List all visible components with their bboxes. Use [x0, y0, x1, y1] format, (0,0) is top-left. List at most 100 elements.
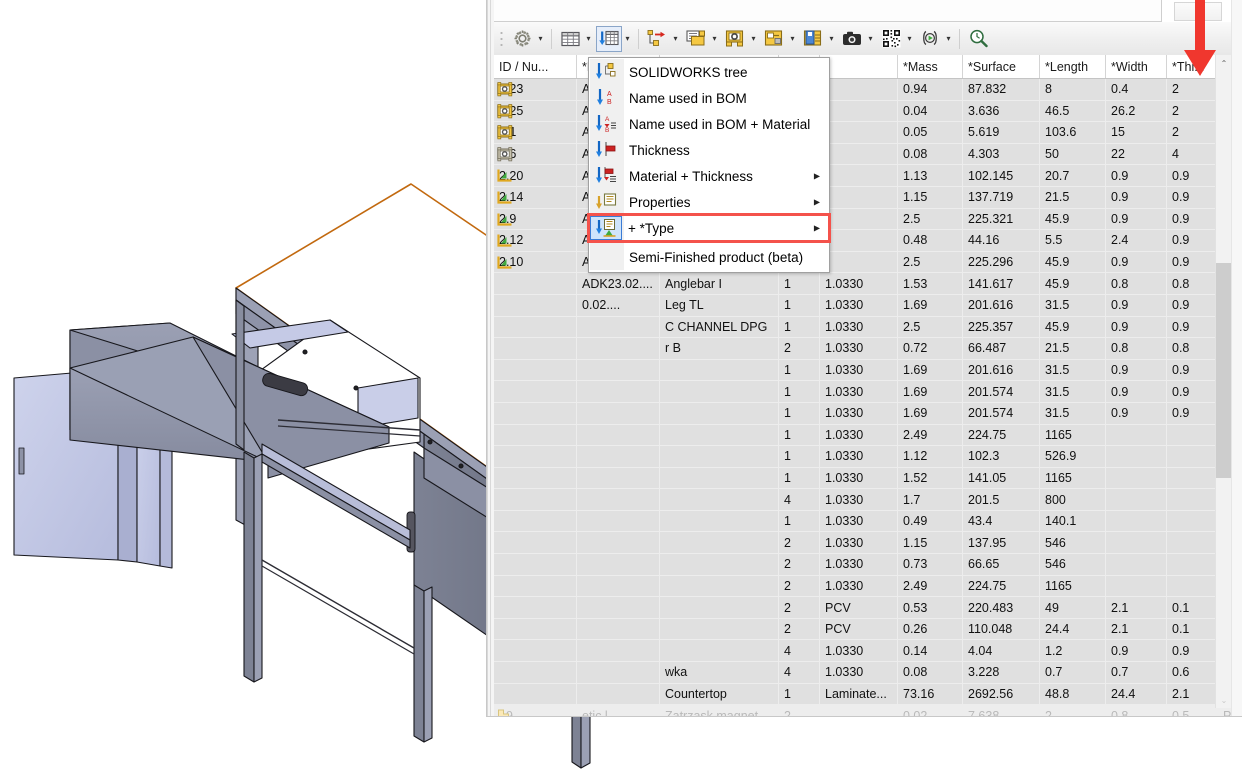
cell-length[interactable]: 45.9 [1039, 316, 1106, 339]
qr-code-button[interactable]: ▾ [877, 26, 916, 52]
cell-name1[interactable]: etic l... [576, 704, 660, 716]
table-row[interactable]: wka41.03300.083.2280.70.70.6PART [494, 661, 1242, 684]
cell-thickness[interactable] [1166, 424, 1218, 447]
cell-length[interactable]: 31.5 [1039, 359, 1106, 382]
cell-surface[interactable]: 137.95 [962, 531, 1040, 555]
cell-qty[interactable]: 1 [778, 683, 820, 706]
cell-id[interactable] [494, 380, 577, 403]
cell-qty[interactable]: 4 [778, 661, 820, 684]
cell-name1[interactable]: ADK23.02.... [576, 272, 660, 295]
cell-name2[interactable] [659, 488, 779, 511]
save-report-button[interactable]: ▾ [799, 26, 838, 52]
cell-thickness[interactable] [1166, 445, 1218, 468]
cell-name1[interactable] [576, 380, 660, 403]
scroll-up-arrow-icon[interactable]: ⌃ [1216, 55, 1232, 71]
cell-qty[interactable]: 4 [778, 639, 820, 663]
cell-width[interactable]: 24.4 [1105, 683, 1167, 706]
cell-material[interactable] [819, 78, 898, 101]
cell-material[interactable]: 1.0330 [819, 467, 898, 490]
cell-qty[interactable]: 2 [778, 575, 820, 598]
cell-width[interactable]: 22 [1105, 143, 1167, 166]
cell-id[interactable]: 2.9 [494, 208, 577, 231]
cell-thickness[interactable]: 0.1 [1166, 618, 1218, 641]
cell-qty[interactable]: 2 [778, 531, 820, 555]
menu-item-material-thickness[interactable]: Material + Thickness ▶ [589, 163, 829, 189]
table-row[interactable]: 21.03300.7366.65546PROFILE [494, 553, 1242, 576]
cell-material[interactable]: 1.0330 [819, 639, 898, 663]
cell-surface[interactable]: 44.16 [962, 229, 1040, 252]
menu-item-thickness[interactable]: Thickness [589, 137, 829, 163]
cell-name1[interactable] [576, 575, 660, 598]
table-row[interactable]: 21.03302.49224.751165PROFILE [494, 575, 1242, 598]
cell-id[interactable] [494, 402, 577, 425]
cell-thickness[interactable]: 0.9 [1166, 359, 1218, 382]
cell-length[interactable]: 800 [1039, 488, 1106, 511]
cell-surface[interactable]: 87.832 [962, 78, 1040, 101]
cell-thickness[interactable] [1166, 510, 1218, 533]
toolbar-drag-grip[interactable] [500, 30, 504, 47]
table-row[interactable]: 41.03301.7201.5800PROFILE [494, 488, 1242, 511]
cell-thickness[interactable]: 0.1 [1166, 596, 1218, 619]
cell-surface[interactable]: 141.617 [962, 272, 1040, 295]
cell-thickness[interactable]: 0.9 [1166, 294, 1218, 317]
cell-thickness[interactable]: 0.9 [1166, 316, 1218, 339]
cell-material[interactable] [819, 143, 898, 166]
cell-surface[interactable]: 7.638 [962, 704, 1040, 716]
cell-id[interactable]: 2.25 [494, 100, 577, 123]
bom-properties-button[interactable]: ▾ [682, 26, 721, 52]
layout-button[interactable]: ▾ [760, 26, 799, 52]
collapse-panel-button[interactable]: ‹ [1174, 2, 1222, 21]
cell-surface[interactable]: 201.5 [962, 488, 1040, 511]
cell-id[interactable] [494, 272, 577, 295]
cell-surface[interactable]: 5.619 [962, 121, 1040, 144]
cell-width[interactable]: 0.9 [1105, 186, 1167, 209]
cell-mass[interactable]: 1.53 [897, 272, 963, 295]
column-header-thickness[interactable]: *Thi... [1166, 55, 1218, 79]
cell-surface[interactable]: 102.145 [962, 164, 1040, 187]
cell-material[interactable] [819, 229, 898, 252]
cell-name1[interactable]: 0.02.... [576, 294, 660, 317]
cell-length[interactable]: 546 [1039, 553, 1106, 576]
cell-id[interactable]: 2.10 [494, 251, 577, 274]
cell-material[interactable]: 1.0330 [819, 488, 898, 511]
chevron-down-icon[interactable]: ▾ [535, 26, 546, 52]
cell-qty[interactable]: 1 [778, 402, 820, 425]
cell-name1[interactable] [576, 488, 660, 511]
column-header-mass[interactable]: *Mass [897, 55, 963, 79]
cell-length[interactable]: 5.5 [1039, 229, 1106, 252]
camera-snapshot-button[interactable]: ▾ [838, 26, 877, 52]
cell-qty[interactable]: 1 [778, 359, 820, 382]
cell-length[interactable]: 45.9 [1039, 208, 1106, 231]
menu-item-semi-finished-product[interactable]: Semi-Finished product (beta) [589, 244, 829, 270]
cell-name2[interactable] [659, 553, 779, 576]
cell-material[interactable]: 1.0330 [819, 337, 898, 360]
cell-thickness[interactable]: 2 [1166, 78, 1218, 101]
cell-material[interactable]: 1.0330 [819, 272, 898, 295]
cell-width[interactable] [1105, 467, 1167, 490]
table-vertical-scrollbar[interactable]: ⌃ ⌄ [1215, 55, 1232, 708]
cell-id[interactable] [494, 316, 577, 339]
cell-name2[interactable] [659, 380, 779, 403]
cell-thickness[interactable]: 0.8 [1166, 272, 1218, 295]
cell-qty[interactable]: 1 [778, 380, 820, 403]
menu-item-name-used-in-bom-material[interactable]: A B Name used in BOM + Material [589, 111, 829, 137]
cell-mass[interactable]: 1.69 [897, 380, 963, 403]
chevron-down-icon[interactable]: ▾ [622, 26, 633, 52]
cell-surface[interactable]: 66.487 [962, 337, 1040, 360]
table-row[interactable]: 21.03301.15137.95546PROFILE [494, 531, 1242, 555]
cell-surface[interactable]: 225.296 [962, 251, 1040, 274]
cell-surface[interactable]: 201.574 [962, 402, 1040, 425]
cell-thickness[interactable]: 4 [1166, 143, 1218, 166]
cell-name2[interactable] [659, 467, 779, 490]
cell-length[interactable]: 45.9 [1039, 251, 1106, 274]
cell-length[interactable]: 2 [1039, 704, 1106, 716]
cell-name2[interactable]: wka [659, 661, 779, 684]
cell-material[interactable] [819, 208, 898, 231]
cell-mass[interactable]: 0.72 [897, 337, 963, 360]
cell-width[interactable] [1105, 424, 1167, 447]
column-header-width[interactable]: *Width [1105, 55, 1167, 79]
cell-width[interactable]: 0.8 [1105, 272, 1167, 295]
cell-name2[interactable]: Countertop [659, 683, 779, 706]
cell-id[interactable] [494, 575, 577, 598]
cell-qty[interactable]: 2 [778, 618, 820, 641]
